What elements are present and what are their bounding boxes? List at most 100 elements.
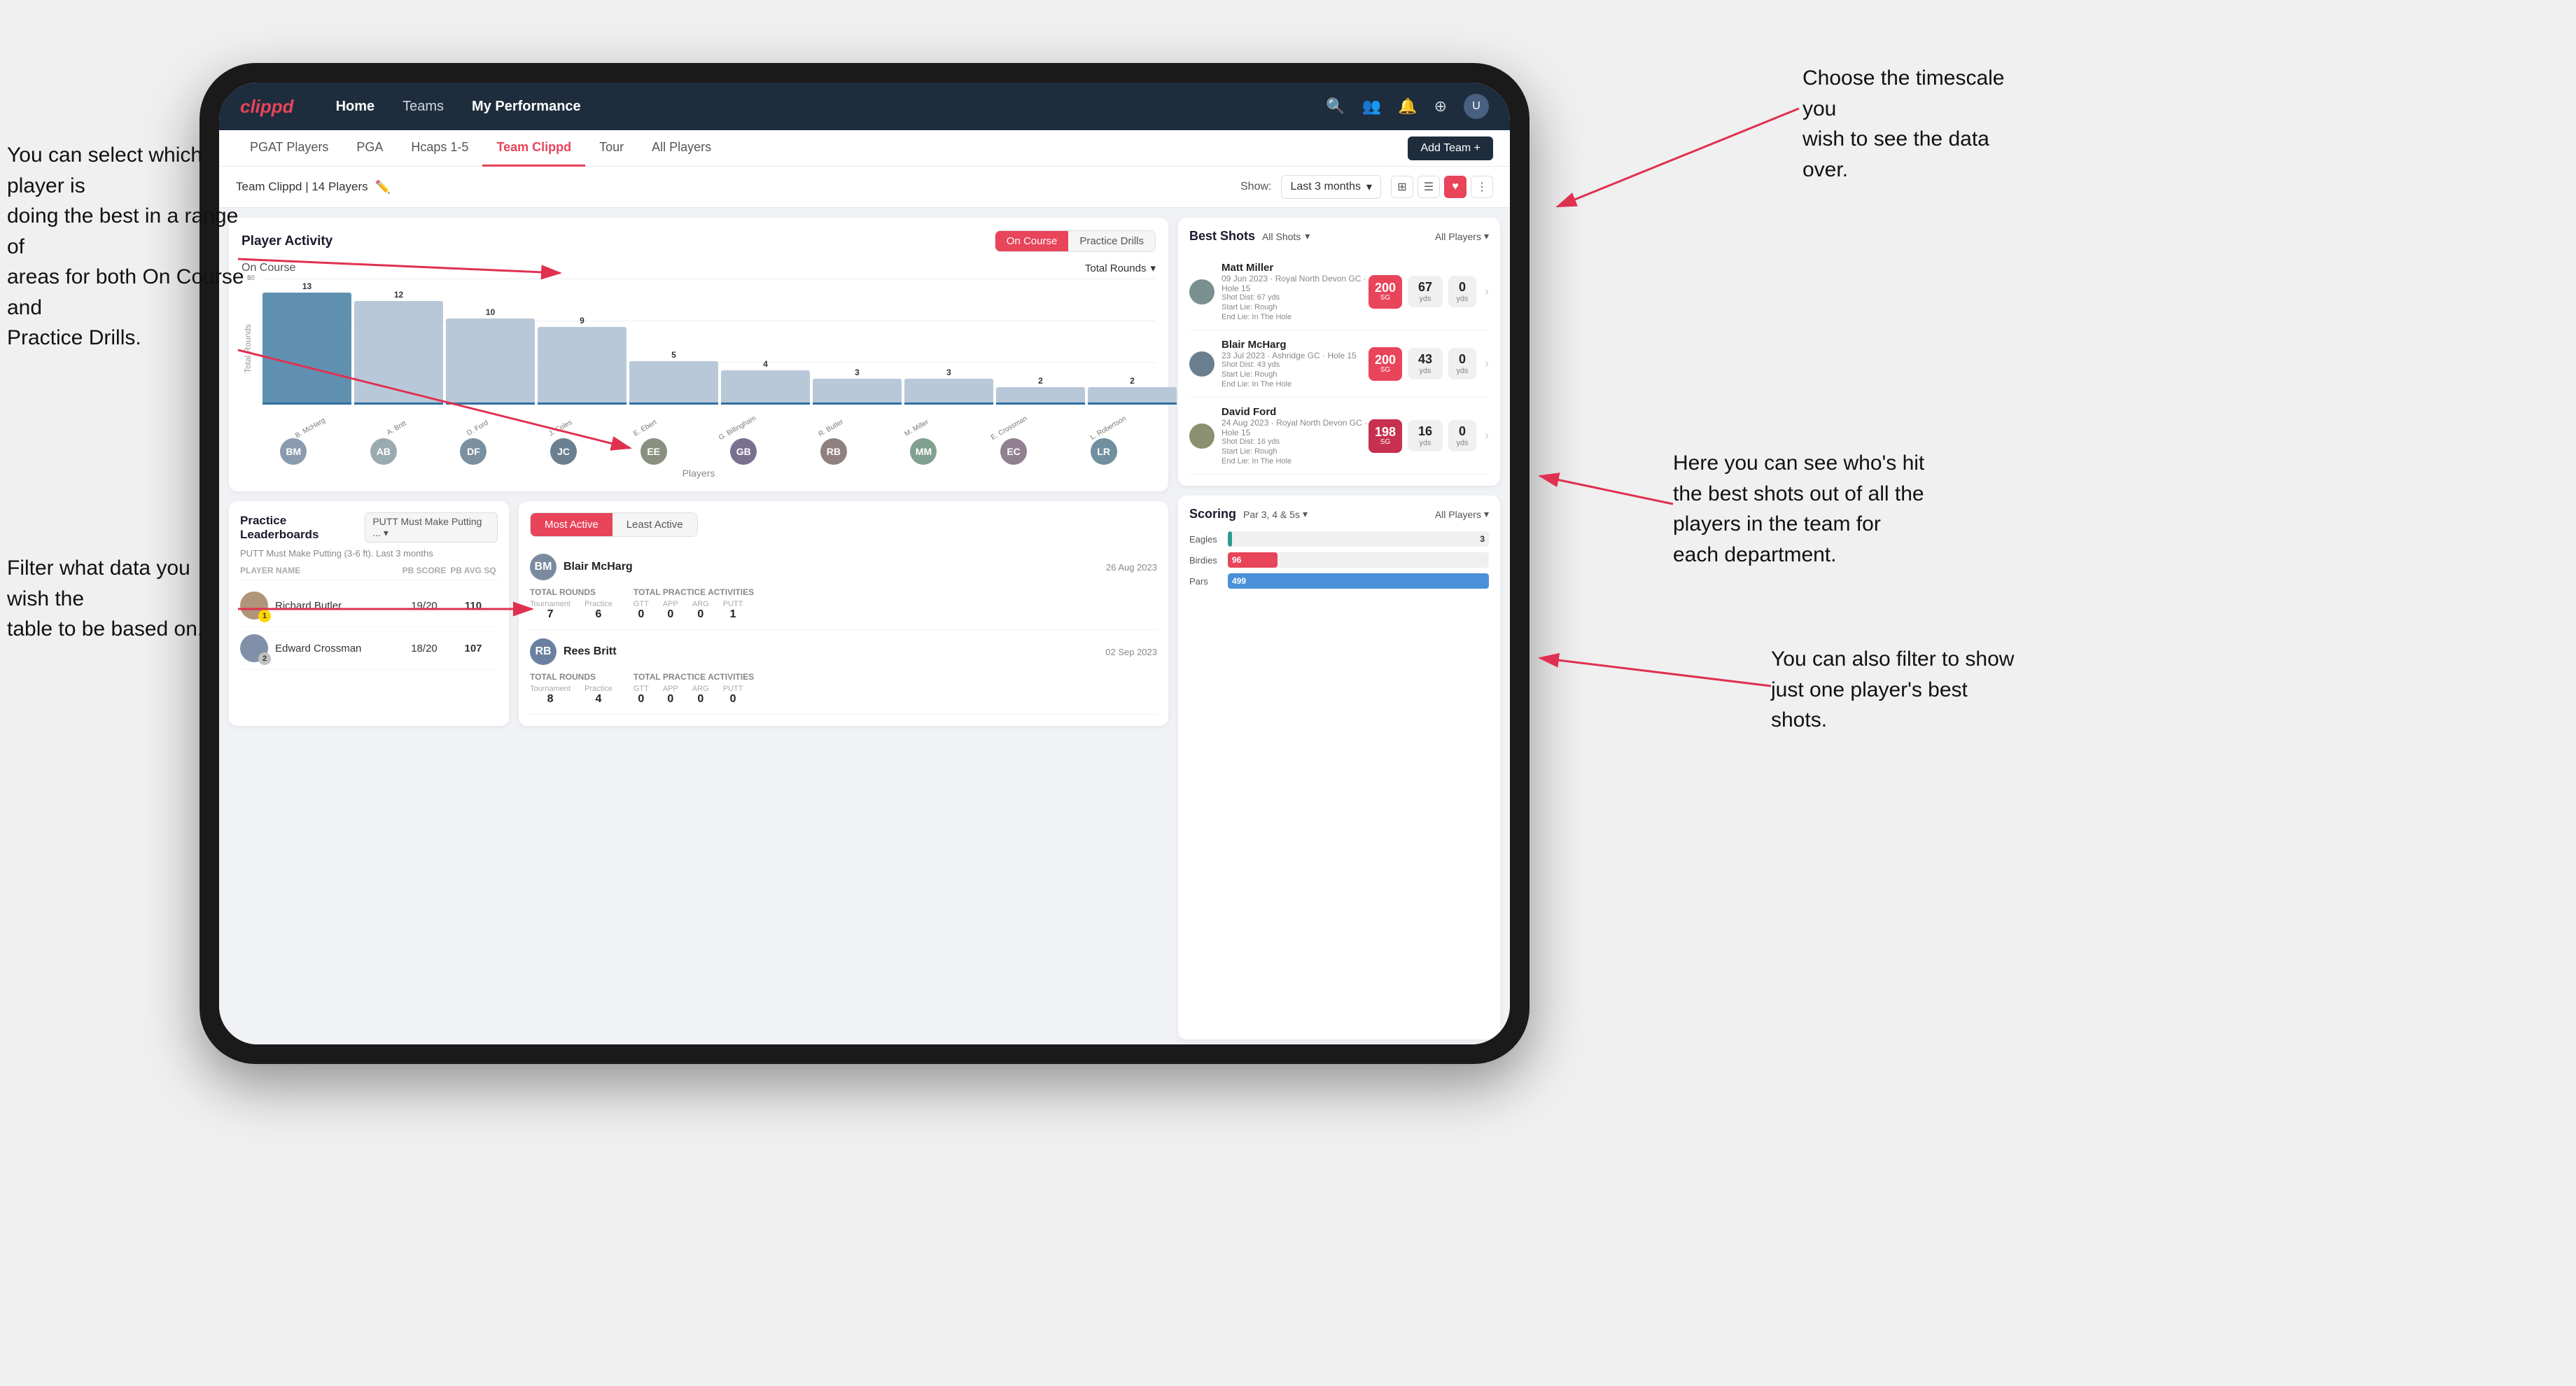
rounds-label-2: Total Rounds bbox=[530, 672, 612, 682]
eagles-label: Eagles bbox=[1189, 534, 1228, 545]
practice-dropdown[interactable]: PUTT Must Make Putting ... ▾ bbox=[365, 512, 498, 542]
show-label: Show: bbox=[1240, 181, 1271, 193]
lb-player-2-info: 2 Edward Crossman bbox=[240, 634, 400, 662]
arg-label-2: ARG bbox=[692, 685, 709, 693]
player-avatars: BM AB DF JC EE GB RB MM EC LR bbox=[241, 433, 1156, 465]
view-icons: ⊞ ☰ ♥ ⋮ bbox=[1391, 176, 1493, 198]
app-label-2: APP bbox=[663, 685, 678, 693]
practice-value: 6 bbox=[584, 608, 612, 621]
tournament-value: 7 bbox=[530, 608, 570, 621]
avatar-6: GB bbox=[730, 438, 757, 465]
bar-col-1: 12 bbox=[354, 290, 443, 405]
eagles-value: 3 bbox=[1480, 534, 1485, 544]
practice-sublabel-2: Practice bbox=[584, 685, 612, 693]
chart-dropdown[interactable]: Total Rounds ▾ bbox=[1085, 262, 1156, 274]
shot-3-details-right: 198 SG 16 yds 0 yds › bbox=[1368, 419, 1489, 453]
x-axis-label: Players bbox=[241, 468, 1156, 479]
best-shots-filter: All Shots ▾ bbox=[1262, 230, 1310, 242]
rounds-stat-group-2: Total Rounds Tournament 8 Practice bbox=[530, 672, 612, 706]
active-avatar-1: BM bbox=[530, 554, 556, 580]
table-view-btn[interactable]: ☰ bbox=[1418, 176, 1440, 198]
annotation-best-shots: Here you can see who's hitthe best shots… bbox=[1673, 448, 1924, 570]
filter-view-btn[interactable]: ⋮ bbox=[1471, 176, 1493, 198]
shot-card-3[interactable]: David Ford 24 Aug 2023 · Royal North Dev… bbox=[1189, 398, 1489, 475]
lb-col-score: PB SCORE bbox=[400, 566, 449, 575]
people-icon[interactable]: 👥 bbox=[1362, 97, 1381, 115]
tab-pgat-players[interactable]: PGAT Players bbox=[236, 130, 342, 167]
on-course-toggle[interactable]: On Course bbox=[995, 231, 1069, 251]
user-avatar[interactable]: U bbox=[1464, 94, 1489, 119]
lb-row-1: 1 Richard Butler 19/20 110 bbox=[240, 584, 498, 627]
lb-avatar-1-wrap: 1 bbox=[240, 592, 268, 620]
shot-1-start: Start Lie: Rough bbox=[1222, 303, 1368, 312]
birdies-label: Birdies bbox=[1189, 555, 1228, 566]
scoring-dropdown[interactable]: Par 3, 4 & 5s ▾ bbox=[1243, 508, 1308, 520]
chevron-down-icon: ▾ bbox=[1366, 180, 1372, 194]
shot-card-2[interactable]: Blair McHarg 23 Jul 2023 · Ashridge GC ·… bbox=[1189, 330, 1489, 398]
practice-activities-label: Total Practice Activities bbox=[634, 587, 754, 597]
arg-value-2: 0 bbox=[692, 693, 709, 706]
bar-chart-container: Total Rounds 15 10 5 0 1312109543322 bbox=[241, 279, 1156, 433]
shot-avatar-1 bbox=[1189, 279, 1214, 304]
heart-view-btn[interactable]: ♥ bbox=[1444, 176, 1466, 198]
plus-circle-icon[interactable]: ⊕ bbox=[1434, 97, 1447, 115]
tablet-screen: clippd Home Teams My Performance 🔍 👥 🔔 ⊕… bbox=[219, 83, 1510, 1044]
scoring-bars: Eagles 3 Birdies bbox=[1189, 531, 1489, 589]
practice-drills-toggle[interactable]: Practice Drills bbox=[1068, 231, 1155, 251]
shot-player-1-name: Matt Miller bbox=[1222, 262, 1368, 274]
lb-rank-badge-1: 1 bbox=[258, 610, 271, 622]
scoring-row-pars: Pars 499 bbox=[1189, 573, 1489, 589]
annotation-filter-player: You can also filter to showjust one play… bbox=[1771, 644, 2023, 736]
app-stat-2: APP 0 bbox=[663, 685, 678, 706]
putt-label-2: PUTT bbox=[723, 685, 743, 693]
shot-1-details-right: 200 SG 67 yds 0 yds › bbox=[1368, 275, 1489, 309]
bs-header: Best Shots All Shots ▾ All Players ▾ bbox=[1189, 229, 1489, 244]
tab-all-players[interactable]: All Players bbox=[638, 130, 725, 167]
lb-col-name: PLAYER NAME bbox=[240, 566, 400, 575]
bar-col-5: 4 bbox=[721, 359, 810, 405]
tab-pga[interactable]: PGA bbox=[342, 130, 397, 167]
least-active-btn[interactable]: Least Active bbox=[612, 513, 697, 536]
lb-avg-1: 110 bbox=[449, 600, 498, 612]
shot-3-details: Shot Dist: 16 yds Start Lie: Rough End L… bbox=[1222, 438, 1368, 465]
grid-view-btn[interactable]: ⊞ bbox=[1391, 176, 1413, 198]
tab-team-clippd[interactable]: Team Clippd bbox=[482, 130, 585, 167]
most-active-btn[interactable]: Most Active bbox=[531, 513, 612, 536]
nav-link-home[interactable]: Home bbox=[336, 99, 375, 115]
search-icon[interactable]: 🔍 bbox=[1326, 97, 1345, 115]
putt-value-2: 0 bbox=[723, 693, 743, 706]
add-team-button[interactable]: Add Team + bbox=[1408, 136, 1493, 160]
practice-activities-group-2: Total Practice Activities GTT 0 APP bbox=[634, 672, 754, 706]
practice-activities-values: GTT 0 APP 0 ARG bbox=[634, 600, 754, 621]
most-active-panel: Most Active Least Active BM Blair McHarg… bbox=[519, 501, 1168, 726]
lb-avg-2: 107 bbox=[449, 643, 498, 654]
pars-bar-wrap: 499 bbox=[1228, 573, 1489, 589]
tab-tour[interactable]: Tour bbox=[585, 130, 638, 167]
nav-link-teams[interactable]: Teams bbox=[402, 99, 444, 115]
time-filter-dropdown[interactable]: Last 3 months ▾ bbox=[1281, 175, 1381, 199]
tab-hcaps[interactable]: Hcaps 1-5 bbox=[397, 130, 482, 167]
scoring-all-players[interactable]: All Players ▾ bbox=[1435, 508, 1489, 520]
chevron-down-icon: ▾ bbox=[1484, 230, 1489, 242]
lb-row-2: 2 Edward Crossman 18/20 107 bbox=[240, 627, 498, 670]
practice-stat-2: Practice 4 bbox=[584, 685, 612, 706]
eagles-bar bbox=[1228, 531, 1232, 547]
chevron-right-icon-3: › bbox=[1485, 428, 1489, 443]
avatar-2: AB bbox=[370, 438, 397, 465]
all-players-filter[interactable]: All Players ▾ bbox=[1435, 230, 1489, 242]
active-toggle-group: Most Active Least Active bbox=[530, 512, 698, 537]
nav-link-myperformance[interactable]: My Performance bbox=[472, 99, 581, 115]
bell-icon[interactable]: 🔔 bbox=[1398, 97, 1417, 115]
arg-stat: ARG 0 bbox=[692, 600, 709, 621]
chevron-right-icon-2: › bbox=[1485, 356, 1489, 371]
shot-player-2-name: Blair McHarg bbox=[1222, 339, 1368, 351]
all-shots-filter[interactable]: All Shots bbox=[1262, 231, 1301, 242]
chevron-down-icon: ▾ bbox=[1150, 262, 1156, 274]
gtt-stat: GTT 0 bbox=[634, 600, 649, 621]
edit-icon[interactable]: ✏️ bbox=[375, 180, 391, 195]
shot-card-1[interactable]: Matt Miller 09 Jun 2023 · Royal North De… bbox=[1189, 253, 1489, 330]
active-date-1: 26 Aug 2023 bbox=[1106, 562, 1157, 573]
arg-value: 0 bbox=[692, 608, 709, 621]
shot-badge-3: 198 SG bbox=[1368, 419, 1402, 453]
gtt-label: GTT bbox=[634, 600, 649, 608]
